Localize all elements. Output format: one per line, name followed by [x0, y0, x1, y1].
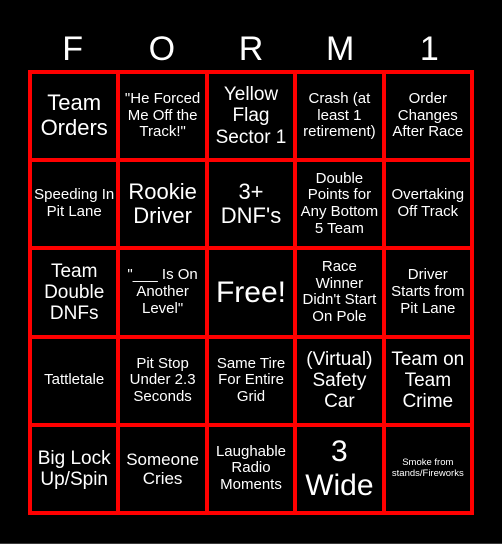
bingo-cell[interactable]: Double Points for Any Bottom 5 Team	[297, 162, 382, 247]
cell-text: Speeding In Pit Lane	[34, 186, 115, 221]
bingo-card-grid: Team Orders "He Forced Me Off the Track!…	[28, 70, 474, 515]
bingo-cell[interactable]: (Virtual) Safety Car	[297, 338, 382, 423]
bingo-cell[interactable]: Crash (at least 1 retirement)	[297, 74, 382, 159]
cell-text: Crash (at least 1 retirement)	[303, 89, 376, 141]
cell-text: Big Lock Up/Spin	[37, 447, 111, 490]
cell-text: Driver Starts from Pit Lane	[391, 266, 465, 317]
bingo-cell[interactable]: Order Changes After Race	[385, 74, 470, 159]
bingo-cell[interactable]: 3+ DNF's	[208, 162, 294, 247]
cell-text: Smoke from stands/Fireworks	[391, 457, 464, 479]
bingo-cell[interactable]: Overtaking Off Track	[385, 162, 470, 247]
cell-text: Rookie Driver	[128, 178, 197, 229]
cell-text: Laughable Radio Moments	[215, 442, 287, 494]
cell-text: Someone Cries	[126, 449, 199, 488]
cell-text: "___ Is On Another Level"	[127, 266, 198, 317]
bingo-cell[interactable]: Race Winner Didn't Start On Pole	[297, 250, 382, 335]
cell-text: "He Forced Me Off the Track!"	[124, 89, 201, 141]
bingo-cell[interactable]: Tattletale	[32, 338, 117, 423]
free-space-cell[interactable]: Free!	[208, 250, 294, 335]
bingo-cell[interactable]: Driver Starts from Pit Lane	[385, 250, 470, 335]
cell-text: Overtaking Off Track	[391, 186, 465, 221]
bingo-cell[interactable]: Rookie Driver	[120, 162, 205, 247]
cell-text: Pit Stop Under 2.3 Seconds	[129, 354, 196, 406]
cell-text: 3+ DNF's	[220, 178, 282, 229]
cell-text: Free!	[215, 275, 286, 309]
bingo-cell[interactable]: Speeding In Pit Lane	[32, 162, 117, 247]
header-letter-r: R	[238, 30, 264, 68]
cell-text: (Virtual) Safety Car	[306, 348, 373, 413]
cell-text: Double Points for Any Bottom 5 Team	[300, 169, 379, 238]
bingo-cell[interactable]: Team Orders	[32, 74, 117, 159]
bingo-cell[interactable]: Team Double DNFs	[32, 250, 117, 335]
bingo-header: F O R M 1	[28, 28, 474, 70]
cell-text: Order Changes After Race	[392, 89, 464, 141]
bingo-cell[interactable]: Someone Cries	[120, 426, 205, 511]
bingo-cell[interactable]: Laughable Radio Moments	[208, 426, 294, 511]
bingo-cell[interactable]: "He Forced Me Off the Track!"	[120, 74, 205, 159]
bingo-cell[interactable]: "___ Is On Another Level"	[120, 250, 205, 335]
cell-text: Tattletale	[44, 371, 105, 389]
bingo-cell[interactable]: 3 Wide	[297, 426, 382, 511]
header-letter-o: O	[148, 30, 176, 68]
cell-text: Team Orders	[40, 90, 108, 141]
bingo-cell[interactable]: Yellow Flag Sector 1	[208, 74, 294, 159]
cell-text: 3 Wide	[305, 435, 374, 502]
cell-text: Race Winner Didn't Start On Pole	[302, 257, 377, 326]
cell-text: Yellow Flag Sector 1	[215, 84, 287, 148]
header-letter-m: M	[326, 30, 355, 68]
bingo-cell[interactable]: Big Lock Up/Spin	[32, 426, 117, 511]
bingo-cell[interactable]: Same Tire For Entire Grid	[208, 338, 294, 423]
header-letter-f: F	[62, 30, 83, 68]
bingo-cell[interactable]: Smoke from stands/Fireworks	[385, 426, 470, 511]
cell-text: Same Tire For Entire Grid	[216, 354, 286, 406]
cell-text: Team Double DNFs	[44, 260, 105, 325]
header-letter-1: 1	[419, 30, 439, 68]
cell-text: Team on Team Crime	[391, 348, 465, 413]
bingo-cell[interactable]: Pit Stop Under 2.3 Seconds	[120, 338, 205, 423]
bingo-cell[interactable]: Team on Team Crime	[385, 338, 470, 423]
